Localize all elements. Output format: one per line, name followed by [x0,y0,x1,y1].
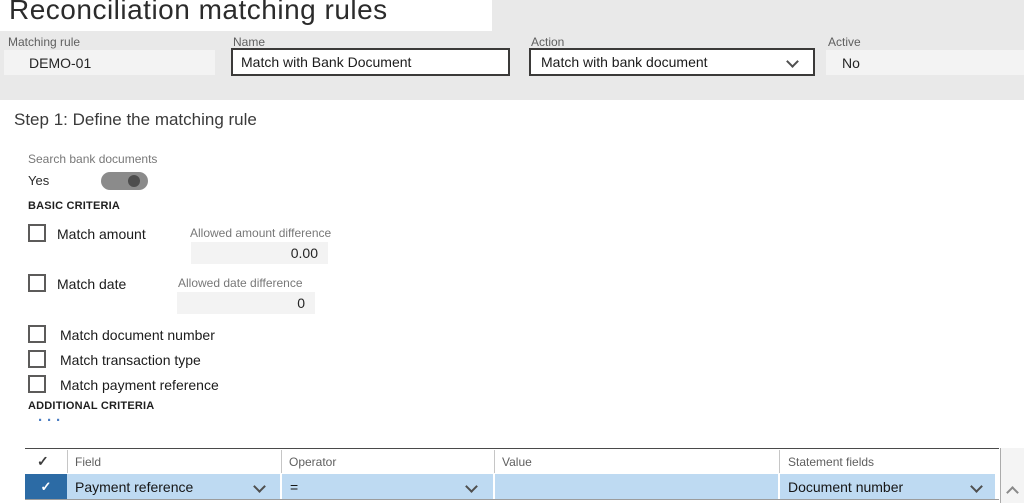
additional-criteria-heading: ADDITIONAL CRITERIA [28,400,155,412]
reconciliation-matching-rules-page: Reconciliation matching rules Matching r… [0,0,1024,503]
match-payment-reference-checkbox[interactable] [28,375,46,393]
name-label: Name [233,35,266,49]
name-input[interactable]: Match with Bank Document [231,48,510,76]
page-title: Reconciliation matching rules [9,0,388,25]
search-toggle-value: Yes [28,173,50,188]
action-select[interactable]: Match with bank document [529,48,815,76]
match-document-number-label: Match document number [60,327,215,343]
column-header-field: Field [75,455,102,469]
allowed-date-difference-label: Allowed date difference [178,276,303,290]
search-bank-documents-label: Search bank documents [28,152,158,166]
column-divider [281,450,282,473]
column-divider [67,450,68,473]
column-divider [779,450,780,473]
header-check-icon: ✓ [37,453,49,469]
search-toggle-switch[interactable] [101,172,148,190]
toggle-knob-icon [128,175,140,187]
row-statement-field-value[interactable]: Document number [788,479,903,495]
row-cell-divider [778,474,780,499]
row-select-cell[interactable]: ✓ [25,474,67,499]
column-divider [494,450,495,473]
action-select-value: Match with bank document [541,54,708,70]
match-document-number-checkbox[interactable] [28,325,46,343]
column-header-operator: Operator [289,455,337,469]
table-bottom-border [25,499,999,500]
match-transaction-type-checkbox[interactable] [28,350,46,368]
matching-rule-value: DEMO-01 [4,50,215,75]
row-check-icon: ✓ [40,478,52,494]
matching-rule-label: Matching rule [8,35,81,49]
allowed-amount-difference-value: 0.00 [191,242,328,264]
column-header-statement-fields: Statement fields [788,455,875,469]
allowed-amount-difference-label: Allowed amount difference [190,226,332,240]
match-date-label: Match date [57,276,127,292]
basic-criteria-heading: BASIC CRITERIA [28,200,121,212]
match-amount-checkbox[interactable] [28,224,46,242]
table-scrollbar[interactable] [1000,448,1024,503]
more-options-button[interactable]: ··· [38,412,65,429]
active-label: Active [828,35,861,49]
scroll-up-icon[interactable] [1006,486,1019,499]
row-cell-divider [493,474,495,499]
match-transaction-type-label: Match transaction type [60,352,201,368]
match-date-checkbox[interactable] [28,274,46,292]
row-cell-divider [280,474,282,499]
match-amount-label: Match amount [57,226,146,242]
row-field-value[interactable]: Payment reference [75,479,193,495]
match-payment-reference-label: Match payment reference [60,377,219,393]
table-top-border [25,448,999,449]
row-operator-value[interactable]: = [290,479,298,495]
allowed-date-difference-value: 0 [177,292,315,314]
step-heading: Step 1: Define the matching rule [14,110,257,129]
action-label: Action [531,35,565,49]
active-value: No [826,50,1024,75]
column-header-value: Value [502,455,532,469]
